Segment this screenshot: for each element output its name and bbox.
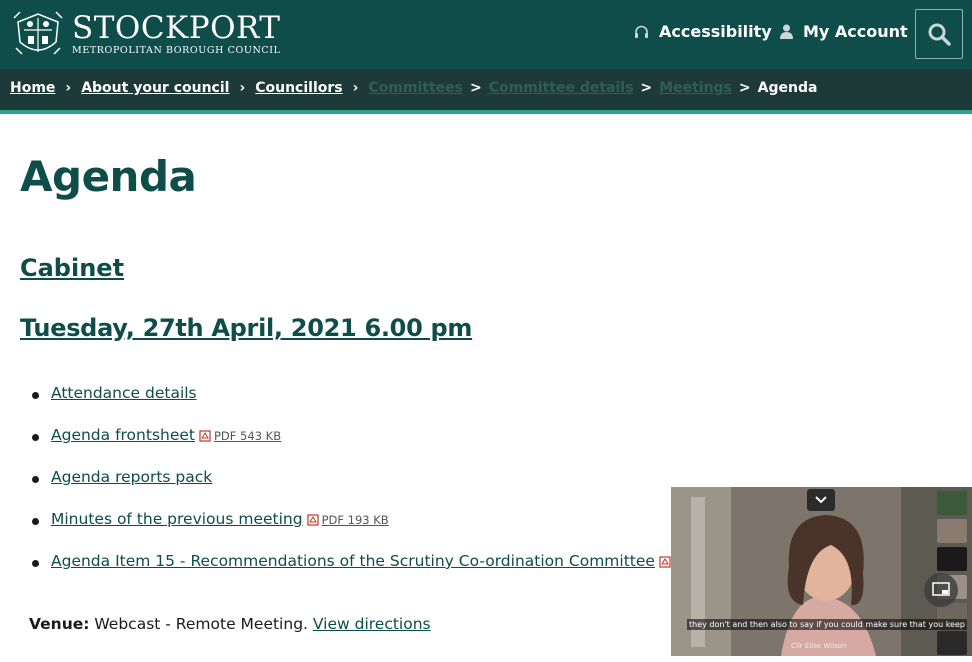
pdf-icon bbox=[199, 430, 211, 442]
list-item: Minutes of the previous meeting PDF 193 … bbox=[32, 510, 690, 552]
file-size: PDF 543 KB bbox=[214, 429, 282, 443]
crest-icon bbox=[13, 11, 63, 55]
breadcrumb-meetings[interactable]: Meetings bbox=[659, 80, 732, 96]
pdf-icon bbox=[306, 514, 319, 526]
list-item: Attendance details bbox=[32, 384, 690, 426]
breadcrumb-separator-icon: > bbox=[640, 80, 653, 96]
accessibility-link[interactable]: Accessibility bbox=[634, 22, 772, 41]
logo-name: STOCKPORT bbox=[72, 10, 281, 46]
accessibility-label: Accessibility bbox=[659, 22, 772, 41]
meeting-date-link[interactable]: Tuesday, 27th April, 2021 6.00 pm bbox=[20, 314, 472, 342]
breadcrumb-councillors[interactable]: Councillors bbox=[255, 80, 342, 96]
participant-thumbnail[interactable] bbox=[937, 547, 967, 571]
breadcrumb-committees[interactable]: Committees bbox=[368, 80, 463, 96]
agenda-item-15-link[interactable]: Agenda Item 15 - Recommendations of the … bbox=[51, 552, 655, 570]
breadcrumb-separator-icon: › bbox=[65, 80, 72, 96]
list-item: Agenda frontsheet PDF 543 KB bbox=[32, 426, 690, 468]
venue-label: Venue: bbox=[29, 615, 90, 633]
breadcrumb-about-council[interactable]: About your council bbox=[81, 80, 229, 96]
picture-in-picture-button[interactable] bbox=[924, 573, 958, 607]
participant-thumbnail[interactable] bbox=[937, 491, 967, 515]
committee-link[interactable]: Cabinet bbox=[20, 254, 124, 282]
bullet-icon bbox=[32, 518, 39, 525]
chevron-down-icon bbox=[815, 496, 827, 504]
pdf-icon bbox=[659, 556, 671, 568]
file-meta[interactable]: PDF 543 KB bbox=[199, 429, 281, 443]
file-size: PDF 193 KB bbox=[321, 513, 389, 527]
video-frame bbox=[671, 487, 972, 656]
collapse-video-button[interactable] bbox=[807, 489, 835, 511]
venue-text: Webcast - Remote Meeting. bbox=[94, 615, 308, 633]
logo-subtitle: METROPOLITAN BOROUGH COUNCIL bbox=[72, 45, 281, 56]
breadcrumb-separator-icon: › bbox=[239, 80, 246, 96]
my-account-link[interactable]: My Account bbox=[780, 22, 908, 41]
breadcrumb-home[interactable]: Home bbox=[10, 80, 55, 96]
view-directions-link[interactable]: View directions bbox=[313, 615, 431, 633]
venue: Venue: Webcast - Remote Meeting. View di… bbox=[29, 615, 431, 633]
participant-thumbnail[interactable] bbox=[937, 631, 967, 655]
speaker-name: Cllr Elise Wilson bbox=[791, 642, 847, 650]
file-meta[interactable]: PDF 193 KB bbox=[306, 513, 389, 527]
agenda-frontsheet-link[interactable]: Agenda frontsheet bbox=[51, 426, 195, 444]
bullet-icon bbox=[32, 476, 39, 483]
bullet-icon bbox=[32, 434, 39, 441]
breadcrumb-divider bbox=[0, 110, 972, 114]
bullet-icon bbox=[32, 560, 39, 567]
search-icon bbox=[928, 23, 951, 46]
headphones-icon bbox=[635, 25, 648, 38]
bullet-icon bbox=[32, 392, 39, 399]
breadcrumb-current: Agenda bbox=[757, 80, 818, 96]
pip-icon bbox=[932, 582, 950, 596]
minutes-previous-meeting-link[interactable]: Minutes of the previous meeting bbox=[51, 510, 303, 528]
page-title: Agenda bbox=[20, 152, 197, 201]
breadcrumb-committee-details[interactable]: Committee details bbox=[489, 80, 634, 96]
site-header: STOCKPORT METROPOLITAN BOROUGH COUNCIL A… bbox=[0, 0, 972, 69]
document-list: Attendance details Agenda frontsheet PDF… bbox=[32, 384, 690, 594]
video-player[interactable]: they don't and then also to say if you c… bbox=[671, 487, 972, 656]
council-logo[interactable]: STOCKPORT METROPOLITAN BOROUGH COUNCIL bbox=[10, 8, 280, 60]
user-icon bbox=[780, 24, 793, 39]
my-account-label: My Account bbox=[803, 22, 908, 41]
search-button[interactable] bbox=[915, 9, 963, 59]
participant-thumbnail[interactable] bbox=[937, 519, 967, 543]
breadcrumb: Home › About your council › Councillors … bbox=[10, 80, 817, 96]
agenda-reports-pack-link[interactable]: Agenda reports pack bbox=[51, 468, 212, 486]
list-item: Agenda Item 15 - Recommendations of the … bbox=[32, 552, 690, 594]
breadcrumb-separator-icon: › bbox=[352, 80, 359, 96]
list-item: Agenda reports pack bbox=[32, 468, 690, 510]
video-caption: they don't and then also to say if you c… bbox=[687, 619, 967, 630]
breadcrumb-separator-icon: > bbox=[738, 80, 751, 96]
attendance-details-link[interactable]: Attendance details bbox=[51, 384, 197, 402]
breadcrumb-separator-icon: > bbox=[469, 80, 482, 96]
